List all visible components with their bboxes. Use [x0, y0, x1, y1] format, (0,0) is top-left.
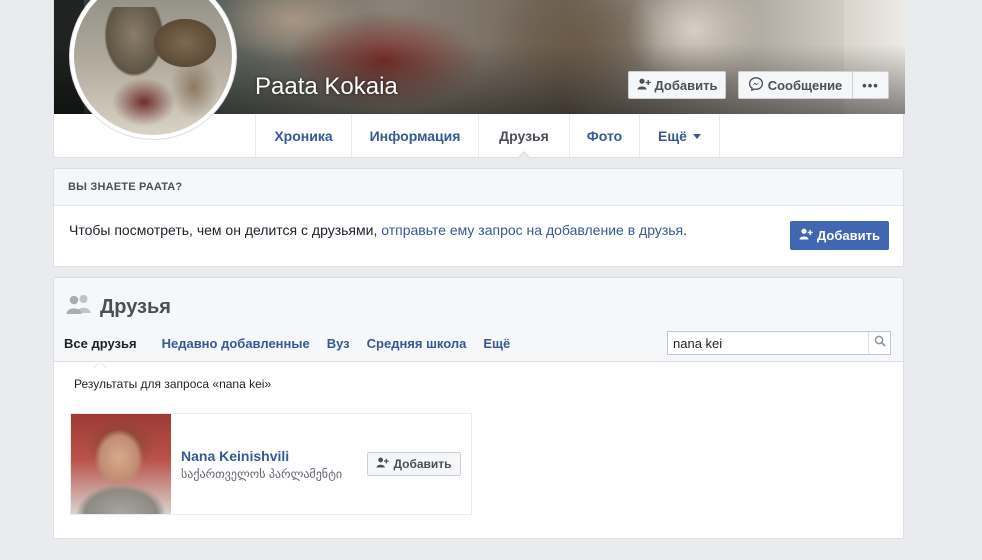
friends-section: Друзья Все друзья Недавно добавленные Ву…	[53, 277, 904, 539]
messenger-icon	[748, 76, 763, 94]
friends-title-label: Друзья	[100, 295, 171, 318]
add-friend-button[interactable]: Добавить	[628, 71, 726, 99]
friend-subtitle: საქართველოს პარლამენტი	[181, 467, 343, 481]
friend-info: Nana Keinishvili საქართველოს პარლამენტი	[181, 448, 342, 481]
add-friend-result-label: Добавить	[393, 457, 452, 471]
caret-down-icon	[692, 133, 701, 143]
friend-result-card: Nana Keinishvili საქართველოს პარლამენტი …	[70, 413, 472, 515]
message-label: Сообщение	[767, 77, 843, 93]
friends-search-input[interactable]	[668, 332, 868, 354]
profile-tabs: Хроника Информация Друзья Фото Ещё	[255, 114, 720, 158]
add-friend-icon	[799, 228, 813, 243]
tab-timeline[interactable]: Хроника	[256, 114, 352, 157]
tab-friends[interactable]: Друзья	[479, 114, 570, 158]
send-friend-request-link[interactable]: отправьте ему запрос на добавление в дру…	[381, 222, 683, 238]
know-person-card: ВЫ ЗНАЕТЕ PAATA? Чтобы посмотреть, чем о…	[53, 168, 904, 267]
friends-filter-tabs: Все друзья Недавно добавленные Вуз Средн…	[64, 336, 527, 368]
tab-university[interactable]: Вуз	[327, 336, 350, 351]
profile-header: Paata Kokaia Добавить Сообщение ••• Хрон…	[53, 0, 905, 158]
know-person-text-prefix: Чтобы посмотреть, чем он делится с друзь…	[69, 222, 378, 238]
tab-about[interactable]: Информация	[352, 114, 479, 157]
tab-more-label: Ещё	[658, 127, 687, 144]
search-results-label: Результаты для запроса «nana kei»	[74, 377, 272, 391]
tab-all-friends[interactable]: Все друзья	[64, 336, 137, 368]
know-person-text-suffix: .	[683, 222, 688, 238]
friends-title: Друзья	[66, 294, 171, 320]
profile-name[interactable]: Paata Kokaia	[255, 73, 398, 101]
add-friend-icon	[376, 457, 390, 471]
add-friend-icon	[637, 78, 651, 93]
friends-search-box	[667, 331, 891, 355]
tab-more[interactable]: Ещё	[640, 114, 720, 157]
tab-high-school[interactable]: Средняя школа	[367, 336, 467, 351]
message-button[interactable]: Сообщение	[738, 71, 853, 99]
friend-name-link[interactable]: Nana Keinishvili	[181, 448, 342, 464]
friends-header: Друзья Все друзья Недавно добавленные Ву…	[54, 278, 903, 368]
add-friend-primary-button[interactable]: Добавить	[790, 221, 889, 250]
friends-icon	[66, 294, 92, 320]
know-person-heading: ВЫ ЗНАЕТЕ PAATA?	[54, 169, 903, 206]
profile-picture[interactable]	[69, 0, 237, 140]
know-person-text: Чтобы посмотреть, чем он делится с друзь…	[69, 222, 687, 238]
add-friend-label: Добавить	[654, 77, 718, 93]
tab-friends-more[interactable]: Ещё	[483, 336, 510, 351]
search-button[interactable]	[868, 332, 890, 354]
more-options-button[interactable]: •••	[852, 71, 889, 99]
add-friend-primary-label: Добавить	[817, 228, 880, 243]
friend-photo[interactable]	[71, 414, 171, 514]
tab-recently-added[interactable]: Недавно добавленные	[162, 336, 310, 351]
search-icon	[874, 334, 886, 352]
add-friend-result-button[interactable]: Добавить	[367, 452, 461, 476]
tab-photos[interactable]: Фото	[570, 114, 640, 157]
